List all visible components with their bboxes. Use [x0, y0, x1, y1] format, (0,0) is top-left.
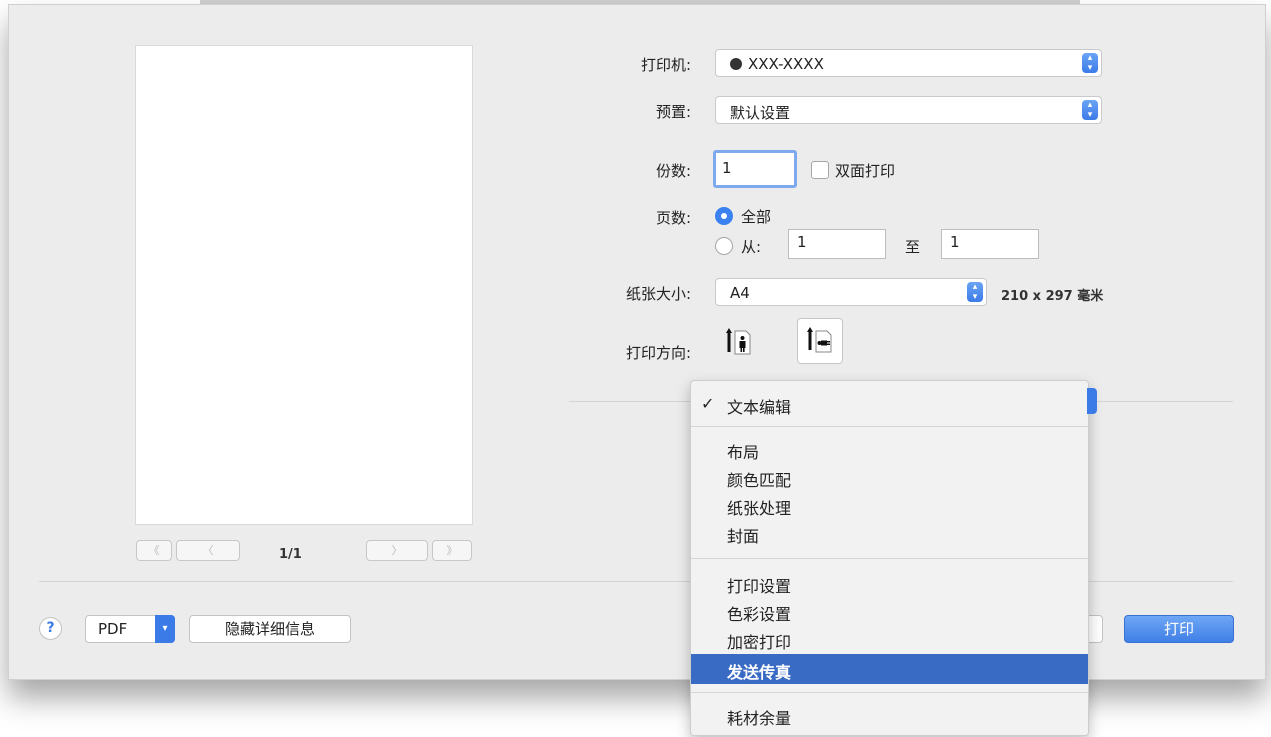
next-page-icon: 〉 — [391, 544, 403, 557]
pages-to-label: 至 — [905, 238, 921, 256]
first-page-button[interactable]: 《 — [136, 540, 172, 561]
presets-select[interactable]: 默认设置 ▴ ▾ — [715, 96, 1102, 124]
prev-page-button[interactable]: 〈 — [176, 540, 240, 561]
last-page-button[interactable]: 》 — [432, 540, 472, 561]
menu-separator — [691, 558, 1088, 559]
last-page-icon: 》 — [446, 544, 458, 557]
next-page-button[interactable]: 〉 — [366, 540, 428, 561]
copies-label: 份数: — [655, 162, 691, 180]
copies-input[interactable]: 1 — [713, 150, 797, 188]
paper-dimensions: 210 x 297 毫米 — [1001, 289, 1104, 304]
first-page-icon: 《 — [148, 544, 160, 557]
pages-label: 页数: — [655, 209, 691, 227]
prev-page-icon: 〈 — [202, 544, 214, 557]
help-button[interactable]: ? — [39, 617, 62, 640]
menu-item-layout[interactable]: 布局 — [727, 439, 759, 463]
menu-item-secure-print[interactable]: 加密打印 — [727, 629, 791, 653]
presets-label: 预置: — [655, 103, 691, 121]
duplex-checkbox[interactable] — [811, 161, 829, 179]
presets-value: 默认设置 — [730, 104, 791, 122]
menu-item-supply-levels[interactable]: 耗材余量 — [727, 705, 791, 729]
menu-item-color-matching[interactable]: 颜色匹配 — [727, 467, 791, 491]
panel-stepper-icon — [1087, 388, 1097, 414]
paper-size-value: A4 — [730, 284, 750, 302]
menu-separator — [691, 426, 1088, 427]
print-button[interactable]: 打印 — [1124, 615, 1234, 643]
presets-stepper-icon: ▴ ▾ — [1082, 100, 1098, 120]
menu-item-send-fax[interactable]: 发送传真 — [727, 659, 791, 683]
pdf-label: PDF — [98, 620, 128, 638]
printer-value: XXX-XXXX — [748, 55, 824, 73]
portrait-orientation-icon — [726, 328, 751, 355]
landscape-orientation-button[interactable] — [797, 318, 843, 364]
portrait-orientation-button[interactable] — [715, 321, 759, 365]
menu-item-cover-page[interactable]: 封面 — [727, 523, 759, 547]
printer-label: 打印机: — [640, 56, 691, 74]
paper-size-select[interactable]: A4 ▴ ▾ — [715, 278, 987, 306]
page-preview — [135, 45, 473, 525]
printer-stepper-icon: ▴ ▾ — [1082, 53, 1098, 73]
pages-from-input[interactable]: 1 — [788, 229, 886, 259]
orientation-label: 打印方向: — [625, 344, 691, 362]
pages-to-input[interactable]: 1 — [941, 229, 1039, 259]
menu-item-print-settings[interactable]: 打印设置 — [727, 573, 791, 597]
printer-status-icon — [730, 58, 742, 70]
landscape-orientation-icon — [807, 327, 832, 353]
pages-range-radio[interactable] — [715, 237, 733, 255]
pages-all-label: 全部 — [741, 208, 772, 226]
panel-dropdown-menu: ✓ 文本编辑 布局 颜色匹配 纸张处理 封面 打印设置 色彩设置 加密打印 发送… — [690, 380, 1089, 736]
chevron-down-icon: ▾ — [155, 615, 175, 643]
menu-item-color-settings[interactable]: 色彩设置 — [727, 601, 791, 625]
paper-size-label: 纸张大小: — [625, 285, 691, 303]
pages-all-radio[interactable] — [715, 207, 733, 225]
checkmark-icon: ✓ — [701, 394, 715, 413]
pages-from-label: 从: — [741, 238, 762, 256]
hide-details-button[interactable]: 隐藏详细信息 — [189, 615, 351, 643]
paper-size-stepper-icon: ▴ ▾ — [967, 282, 983, 302]
menu-item-paper-handling[interactable]: 纸张处理 — [727, 495, 791, 519]
pdf-menu-button[interactable]: PDF ▾ — [85, 615, 175, 643]
menu-item-text-edit[interactable]: 文本编辑 — [727, 394, 791, 418]
page-counter: 1/1 — [279, 547, 302, 562]
menu-separator — [691, 692, 1088, 693]
duplex-label: 双面打印 — [835, 162, 896, 180]
printer-select[interactable]: XXX-XXXX ▴ ▾ — [715, 49, 1102, 77]
